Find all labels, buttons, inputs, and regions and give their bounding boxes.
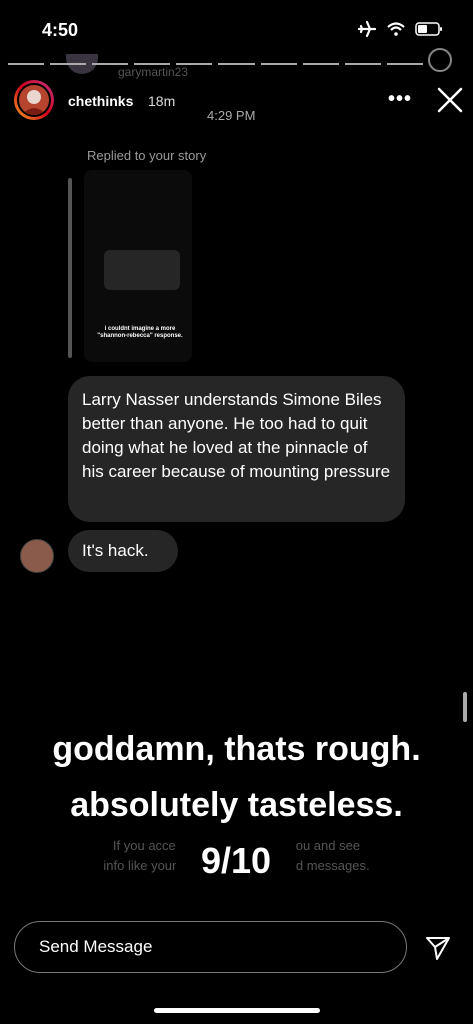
wifi-icon bbox=[387, 22, 405, 36]
send-icon[interactable] bbox=[424, 934, 452, 962]
progress-segment bbox=[302, 63, 339, 65]
story-username[interactable]: chethinks bbox=[68, 93, 133, 109]
thumbnail-bubble bbox=[104, 250, 180, 290]
replied-label: Replied to your story bbox=[87, 148, 207, 163]
avatar[interactable] bbox=[17, 83, 51, 117]
progress-segment bbox=[50, 63, 87, 65]
progress-segment bbox=[218, 63, 255, 65]
progress-segment bbox=[260, 63, 297, 65]
progress-segment bbox=[8, 63, 45, 65]
send-message-input[interactable] bbox=[14, 921, 407, 973]
thumbnail-text: i couldnt imagine a more "shannon-rebecc… bbox=[97, 326, 183, 339]
progress-segment bbox=[92, 63, 129, 65]
more-icon[interactable]: ••• bbox=[388, 88, 412, 111]
avatar-face-icon bbox=[22, 90, 46, 115]
chat-timestamp: 4:29 PM bbox=[207, 108, 256, 123]
message-bubble[interactable]: Larry Nasser understands Simone Biles be… bbox=[68, 376, 405, 522]
progress-segment bbox=[134, 63, 171, 65]
ghost-circle-icon bbox=[428, 48, 452, 72]
status-time: 4:50 bbox=[42, 20, 79, 40]
overlay-caption-line: goddamn, thats rough. bbox=[52, 730, 421, 768]
progress-segment bbox=[176, 63, 213, 65]
sender-avatar[interactable] bbox=[20, 539, 54, 573]
message-bubble[interactable]: It's hack. bbox=[68, 530, 178, 572]
battery-icon bbox=[415, 22, 442, 36]
progress-segment bbox=[386, 63, 423, 65]
status-icons bbox=[357, 20, 443, 38]
story-progress bbox=[8, 62, 423, 66]
reply-quote-bar bbox=[68, 178, 72, 358]
overlay-caption-line: absolutely tasteless. bbox=[70, 786, 403, 824]
close-icon[interactable] bbox=[436, 86, 464, 114]
story-thumbnail[interactable]: i couldnt imagine a more "shannon-rebecc… bbox=[84, 170, 192, 362]
progress-segment bbox=[344, 63, 381, 65]
ghost-username: garymartin23 bbox=[118, 65, 189, 79]
story-time-ago: 18m bbox=[148, 93, 176, 109]
scrollbar[interactable] bbox=[463, 692, 467, 722]
overlay-score: 9/10 bbox=[176, 832, 296, 890]
home-indicator bbox=[154, 1008, 320, 1013]
airplane-icon bbox=[357, 20, 377, 38]
